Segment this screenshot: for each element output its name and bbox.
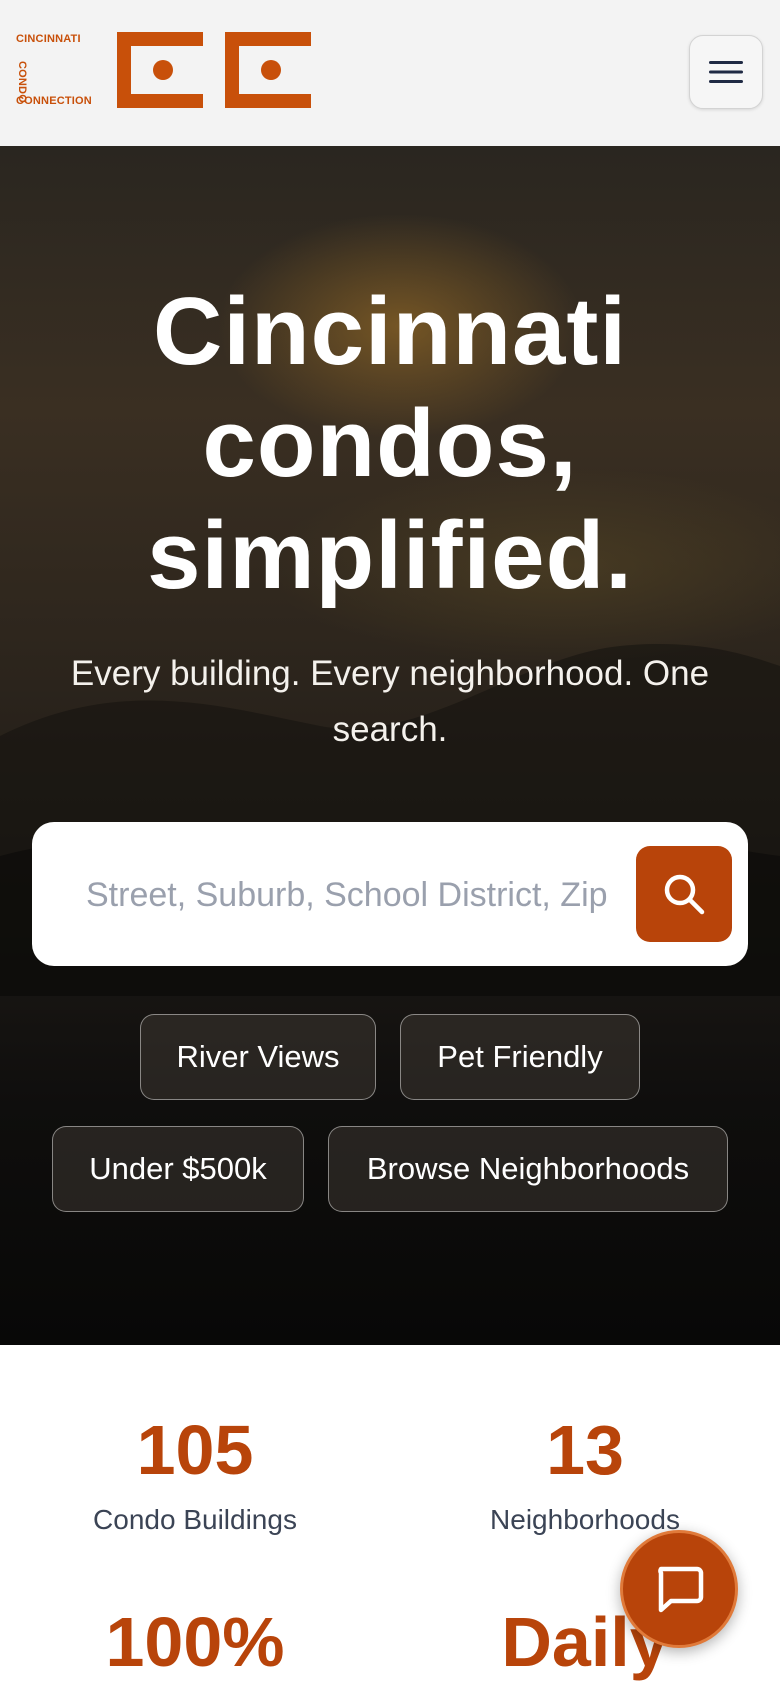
chat-button[interactable] <box>620 1530 738 1648</box>
stat-value: 105 <box>136 1411 254 1489</box>
hero-section: Cincinnati condos, simplified. Every bui… <box>0 146 780 1345</box>
logo-line-connection: CONNECTION <box>16 95 92 107</box>
logo-line-cincinnati: CINCINNATI <box>16 33 81 45</box>
search-icon <box>664 874 705 915</box>
search-bar <box>32 822 748 966</box>
hero-title-line: condos, <box>202 390 578 497</box>
hero-title-line: simplified. <box>147 502 633 609</box>
menu-button[interactable] <box>689 35 763 109</box>
stat-value: 13 <box>546 1411 624 1489</box>
site-header: CINCINNATI CONDO CONNECTION <box>0 0 780 146</box>
stat-value: 100% <box>105 1603 285 1681</box>
chat-bubble-icon <box>658 1566 704 1613</box>
logo[interactable]: CINCINNATI CONDO CONNECTION <box>16 31 316 111</box>
stat-label: Neighborhoods <box>490 1504 680 1535</box>
chip-browse-neighborhoods[interactable]: Browse Neighborhoods <box>328 1126 728 1212</box>
chip-pet-friendly[interactable]: Pet Friendly <box>400 1014 640 1100</box>
search-button[interactable] <box>636 846 732 942</box>
search-input[interactable] <box>84 862 668 928</box>
stat-label: Condo Buildings <box>93 1504 297 1535</box>
logo-wordmark: CINCINNATI CONDO CONNECTION <box>16 31 116 111</box>
hero-subtitle: Every building. Every neighborhood. One … <box>70 654 710 749</box>
chip-river-views[interactable]: River Views <box>140 1014 376 1100</box>
hero-title-line: Cincinnati <box>152 278 627 385</box>
hamburger-icon <box>709 61 743 83</box>
logo-mark-icon <box>117 32 311 108</box>
chip-under-500k[interactable]: Under $500k <box>52 1126 304 1212</box>
hero-title: Cincinnati condos, simplified. <box>40 276 740 612</box>
